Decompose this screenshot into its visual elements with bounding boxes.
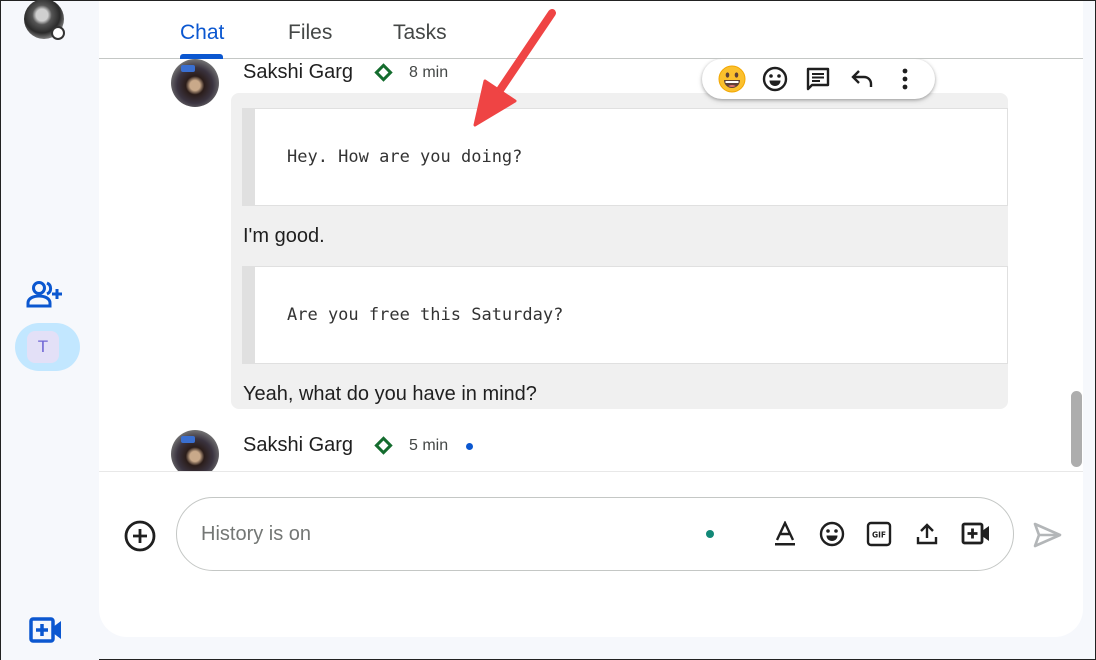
presence-status-icon (51, 26, 65, 40)
sender-avatar[interactable] (171, 430, 219, 471)
add-people-button[interactable] (25, 279, 65, 309)
verified-diamond-icon (374, 63, 393, 82)
emoji-icon (819, 521, 845, 547)
scrollbar-thumb[interactable] (1071, 391, 1082, 467)
reply-in-thread-button[interactable] (802, 63, 834, 95)
message-input[interactable] (201, 518, 681, 550)
sender-name[interactable]: Sakshi Garg (243, 434, 353, 457)
smiley-icon (762, 66, 788, 92)
upload-button[interactable] (911, 518, 943, 550)
verified-diamond-icon (374, 436, 393, 455)
message-composer: GIF (176, 497, 1014, 571)
comment-icon (807, 67, 830, 91)
code-block: Are you free this Saturday? (242, 266, 1008, 364)
message-time: 5 min (409, 437, 449, 454)
more-vert-icon (902, 68, 908, 90)
sender-name[interactable]: Sakshi Garg (243, 61, 353, 84)
more-options-button[interactable] (889, 63, 921, 95)
sender-avatar[interactable] (171, 59, 219, 107)
send-button[interactable] (1031, 519, 1063, 551)
left-rail: T (1, 0, 99, 660)
unread-indicator (466, 443, 473, 450)
message-bubble: Hey. How are you doing? I'm good. Are yo… (231, 93, 1008, 409)
quote-reply-button[interactable] (846, 63, 878, 95)
video-meeting-button[interactable] (960, 518, 992, 550)
add-reaction-button[interactable] (759, 63, 791, 95)
message-time: 8 min (409, 64, 449, 81)
space-initial: T (27, 331, 59, 363)
upload-icon (916, 523, 938, 545)
svg-text:GIF: GIF (872, 531, 886, 540)
tab-files[interactable]: Files (288, 21, 332, 45)
tab-bar: Chat Files Tasks (99, 1, 1083, 59)
code-text: Hey. How are you doing? (287, 147, 523, 167)
code-block: Hey. How are you doing? (242, 108, 1008, 206)
tab-tasks[interactable]: Tasks (393, 21, 447, 45)
gif-button[interactable]: GIF (863, 518, 895, 550)
space-item[interactable]: T (15, 323, 80, 371)
tab-chat[interactable]: Chat (180, 21, 224, 45)
video-add-icon (29, 617, 61, 643)
chat-panel: Chat Files Tasks Sakshi Garg 8 min Hey. … (99, 1, 1083, 637)
add-attachment-button[interactable] (123, 519, 157, 553)
message-text: I'm good. (243, 225, 325, 247)
new-meeting-button[interactable] (28, 615, 64, 645)
add-circle-icon (124, 520, 156, 552)
reply-icon (851, 70, 873, 87)
message-text: Yeah, what do you have in mind? (243, 383, 537, 405)
message-list: Sakshi Garg 8 min Hey. How are you doing… (99, 59, 1083, 471)
video-add-icon (961, 522, 989, 545)
emoji-button[interactable] (816, 518, 848, 550)
code-text: Are you free this Saturday? (287, 305, 564, 325)
gif-icon: GIF (866, 521, 892, 547)
send-icon (1033, 522, 1062, 548)
format-text-icon (775, 521, 795, 546)
react-grinning-button[interactable] (716, 63, 748, 95)
status-dot (706, 530, 714, 538)
message-hover-toolbar (702, 59, 935, 99)
add-people-icon (26, 281, 62, 308)
composer-divider (99, 471, 1083, 472)
grinning-emoji-icon (718, 65, 746, 93)
format-text-button[interactable] (769, 518, 801, 550)
